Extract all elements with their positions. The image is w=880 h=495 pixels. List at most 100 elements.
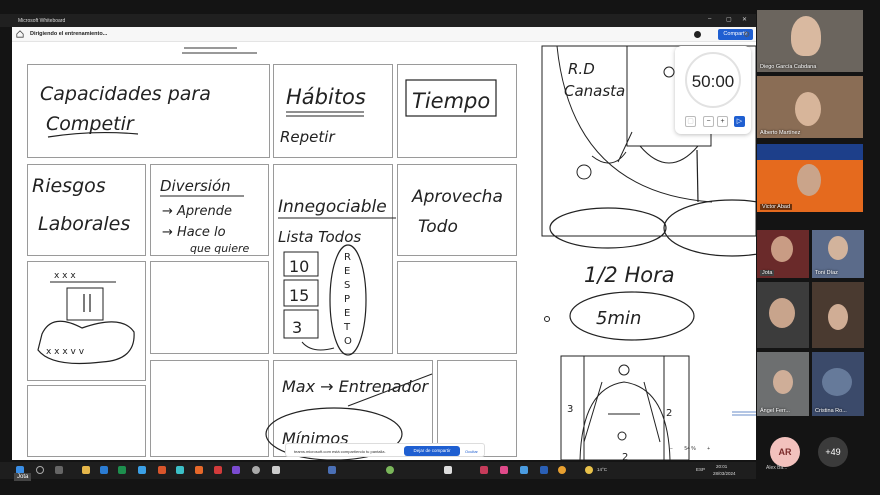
ink-layer: Capacidades para Competir Hábitos Repeti… — [32, 45, 756, 460]
app-icon-red[interactable] — [214, 466, 222, 474]
ink-innegociable: Innegociable — [278, 197, 387, 217]
ink-respeto-o: O — [344, 336, 352, 347]
language-indicator[interactable]: ESP — [696, 467, 705, 472]
ink-tiempo: Tiempo — [412, 89, 490, 113]
svg-text:x x x: x x x — [54, 271, 76, 281]
ink-rd: R.D — [568, 60, 595, 78]
ink-respeto-e2: E — [344, 308, 350, 319]
whiteboard-icon[interactable] — [540, 466, 548, 474]
excel-icon[interactable] — [118, 466, 126, 474]
participant-video-face — [822, 368, 852, 396]
participant-tile[interactable]: Jota — [757, 230, 809, 278]
participant-tile[interactable]: Diego García Cabdana — [757, 10, 863, 72]
close-icon[interactable]: ✕ — [742, 16, 747, 23]
participant-name: Toni Díaz — [815, 270, 838, 276]
firefox-icon[interactable] — [195, 466, 203, 474]
app-icon-pink[interactable] — [480, 466, 488, 474]
stop-sharing-button[interactable]: Dejar de compartir — [404, 446, 460, 456]
visual-studio-icon[interactable] — [232, 466, 240, 474]
participant-tile[interactable]: Toni Díaz — [812, 230, 864, 278]
ink-respeto-s: S — [344, 280, 350, 291]
hide-link[interactable]: Ocultar — [465, 449, 478, 454]
ink-num-10: 10 — [289, 257, 309, 276]
ink-diversion: Diversión — [160, 177, 231, 195]
timer-plus-button[interactable]: + — [717, 116, 728, 127]
participant-tile[interactable]: Alberto Martínez — [757, 76, 863, 138]
ink-riesgos-line2: Laborales — [38, 213, 130, 235]
participant-tile[interactable] — [757, 282, 809, 348]
ink-cinco-min: 5min — [596, 308, 641, 329]
clock-time[interactable]: 20:01 — [716, 464, 727, 469]
ink-respeto-t: T — [343, 322, 351, 333]
zoom-control[interactable]: − 54 % + — [670, 446, 710, 452]
zoom-level: 54 % — [684, 446, 696, 452]
participant-video-face — [771, 236, 793, 262]
app-icon-gray[interactable] — [272, 466, 280, 474]
whiteboard-canvas[interactable]: Capacidades para Competir Hábitos Repeti… — [12, 42, 756, 460]
timer-value: 50:00 — [691, 72, 735, 91]
teams-icon[interactable] — [328, 466, 336, 474]
timer-widget[interactable]: 50:00 ▢ − + ▷ — [675, 46, 751, 134]
task-view-icon[interactable] — [55, 466, 63, 474]
document-title[interactable]: Dirigiendo el entrenamiento... — [30, 31, 107, 37]
more-participants-button[interactable]: +49 — [818, 437, 848, 467]
app-toolbar: Dirigiendo el entrenamiento... Compartir… — [12, 27, 756, 42]
home-icon[interactable] — [16, 30, 24, 38]
profile-icon[interactable] — [694, 31, 701, 38]
avatar-name: Alex Ba... — [766, 465, 788, 471]
zoom-in-icon[interactable]: + — [707, 446, 710, 452]
window-titlebar: Microsoft Whiteboard – ▢ ✕ — [0, 14, 756, 27]
zoom-out-icon[interactable]: − — [670, 446, 673, 452]
search-icon[interactable] — [36, 466, 44, 474]
participant-tile[interactable]: Victor Abad — [757, 144, 863, 212]
participant-video-face — [795, 92, 821, 126]
maximize-icon[interactable]: ▢ — [726, 16, 732, 23]
word-icon[interactable] — [100, 466, 108, 474]
timer-play-button[interactable]: ▷ — [734, 116, 745, 127]
ink-todo: Todo — [418, 217, 458, 237]
presenter-label: Jota — [14, 473, 32, 481]
ink-num-15: 15 — [289, 286, 309, 305]
weather-icon — [585, 466, 593, 474]
app-icon-white[interactable] — [444, 466, 452, 474]
ink-que-quiere: que quiere — [190, 242, 250, 255]
ink-num-3: 3 — [292, 318, 302, 337]
ink-label-3: 3 — [567, 404, 573, 415]
participant-tile[interactable]: Ángel Ferr... — [757, 352, 809, 416]
powerpoint-icon[interactable] — [158, 466, 166, 474]
participant-video-face — [828, 304, 848, 330]
weather-temp: 14°C — [597, 467, 608, 472]
chrome-icon[interactable] — [558, 466, 566, 474]
share-message: teams.microsoft.com está compartiendo tu… — [294, 449, 386, 454]
clock-date[interactable]: 28/03/2024 — [713, 471, 736, 476]
ink-respeto-p: P — [344, 294, 350, 305]
ink-aprende: → Aprende — [162, 204, 232, 219]
participant-tile[interactable]: Cristina Ro... — [812, 352, 864, 416]
participant-tile[interactable] — [812, 282, 864, 348]
participant-name: Cristina Ro... — [815, 408, 847, 414]
edge-icon[interactable] — [138, 466, 146, 474]
ink-max-entrenador: Max → Entrenador — [282, 377, 429, 396]
app-icon-circle[interactable] — [252, 466, 260, 474]
app-icon-green[interactable] — [386, 466, 394, 474]
svg-text:x x x v v: x x x v v — [46, 347, 85, 357]
browser-icon[interactable] — [176, 466, 184, 474]
explorer-icon[interactable] — [82, 466, 90, 474]
participant-name: Jota — [760, 270, 775, 276]
settings-icon[interactable]: ⚙ — [743, 30, 750, 39]
participant-avatar[interactable]: AR — [770, 437, 800, 467]
ink-habitos: Hábitos — [286, 85, 366, 109]
app-icon-blue[interactable] — [520, 466, 528, 474]
timer-reset-button[interactable]: ▢ — [685, 116, 696, 127]
timer-minus-button[interactable]: − — [703, 116, 714, 127]
participant-video-face — [791, 16, 821, 56]
participant-video-face — [769, 298, 795, 328]
instagram-icon[interactable] — [500, 466, 508, 474]
banner-federacion — [757, 144, 863, 160]
ink-repetir: Repetir — [280, 128, 335, 146]
ink-aprovecha: Aprovecha — [411, 187, 503, 207]
participant-name: Victor Abad — [760, 204, 793, 210]
participant-video-face — [828, 236, 848, 260]
minimize-icon[interactable]: – — [708, 16, 711, 22]
participant-video-face — [773, 370, 793, 394]
